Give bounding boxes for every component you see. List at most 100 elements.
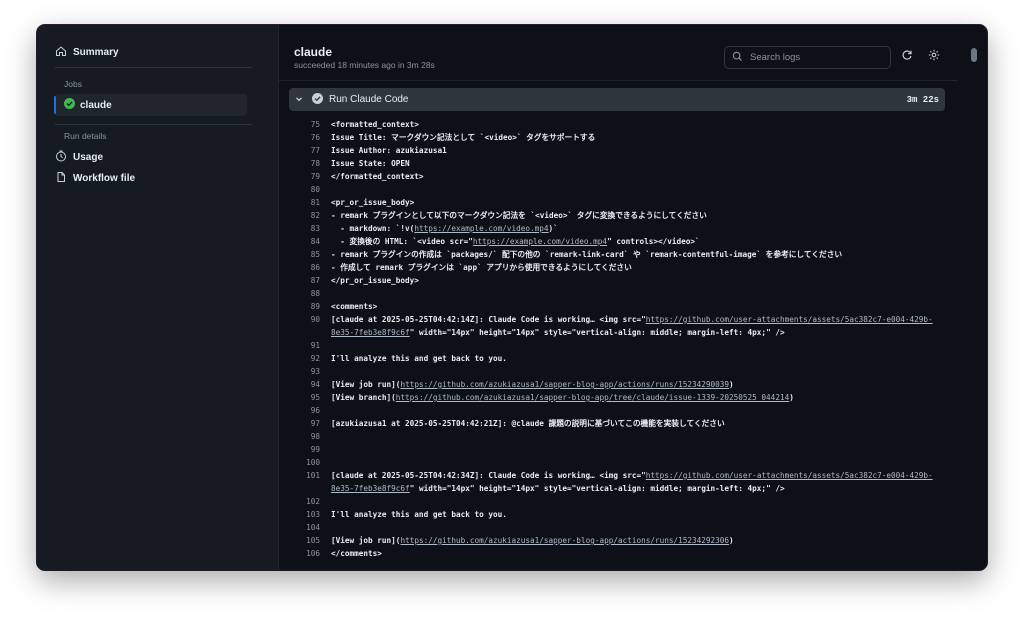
log-link[interactable]: https://github.com/azukiazusa1/sapper-bl… [400,536,729,545]
log-link[interactable]: https://github.com/azukiazusa1/sapper-bl… [396,393,789,402]
log-line: 80 [289,183,945,196]
line-number[interactable]: 90 [289,313,320,326]
run-details-section-label: Run details [64,131,107,141]
line-number[interactable]: 77 [289,144,320,157]
log-text-segment: - markdown: `!v( [331,224,415,233]
log-body[interactable]: 75 <formatted_context> 76 Issue Title: マークダ… [289,111,945,570]
scrollbar-thumb[interactable] [971,48,977,62]
workflow-file-label: Workflow file [73,172,136,184]
line-number[interactable]: 88 [289,287,320,300]
header-divider [279,80,957,81]
log-text-segment: ) [729,536,734,545]
log-text: 8e35-7feb3e8f9c6f" width="14px" height="… [331,326,785,339]
sidebar-item-workflow-file[interactable]: Workflow file [55,167,135,189]
line-number[interactable]: 87 [289,274,320,287]
log-text-segment: </pr_or_issue_body> [331,276,419,285]
line-number[interactable]: 79 [289,170,320,183]
log-text-segment: <formatted_context> [331,120,419,129]
line-number[interactable]: 84 [289,235,320,248]
log-line: 103 I'll analyze this and get back to you… [289,508,945,521]
log-text: I'll analyze this and get back to you. [331,508,507,521]
line-number[interactable]: 105 [289,534,320,547]
log-text-segment: I'll analyze this and get back to you. [331,510,507,519]
line-number[interactable]: 106 [289,547,320,560]
line-number[interactable]: 89 [289,300,320,313]
sidebar-job-claude[interactable]: claude [54,94,247,116]
log-text: I'll analyze this and get back to you. [331,352,507,365]
log-line: 88 [289,287,945,300]
workflow-run-window: Summary Jobs claude Run details Usage Wo… [37,25,987,570]
line-number[interactable]: 98 [289,430,320,443]
search-logs-input[interactable] [748,51,882,64]
log-text-segment: - remark プラグインの作成は `packages/` 配下の他の `re… [331,250,843,259]
scrollbar-track[interactable] [957,25,987,570]
line-number[interactable]: 93 [289,365,320,378]
line-number[interactable]: 85 [289,248,320,261]
line-number[interactable]: 92 [289,352,320,365]
line-number[interactable]: 101 [289,469,320,482]
log-text: [View job run](https://github.com/azukia… [331,534,734,547]
log-text: Issue Title: マークダウン記法として `<video>` タグをサポ… [331,131,595,144]
run-status-subtitle: succeeded 18 minutes ago in 3m 28s [294,60,435,70]
log-link[interactable]: https://github.com/azukiazusa1/sapper-bl… [400,380,729,389]
log-link[interactable]: 8e35-7feb3e8f9c6f [331,328,410,337]
log-line: 75 <formatted_context> [289,118,945,131]
log-text-segment: [View job run]( [331,380,401,389]
line-number[interactable]: 104 [289,521,320,534]
line-number[interactable]: 99 [289,443,320,456]
log-line: 97 [azukiazusa1 at 2025-05-25T04:42:21Z]:… [289,417,945,430]
line-number[interactable]: 86 [289,261,320,274]
log-line: 8e35-7feb3e8f9c6f" width="14px" height="… [289,482,945,495]
line-number[interactable]: 83 [289,222,320,235]
job-label: claude [80,99,112,111]
log-text: </pr_or_issue_body> [331,274,419,287]
log-text: [claude at 2025-05-25T04:42:34Z]: Claude… [331,469,933,482]
refresh-button[interactable] [900,50,914,64]
line-number[interactable]: 94 [289,378,320,391]
page-title: claude [294,45,333,59]
log-line: 77 Issue Author: azukiazusa1 [289,144,945,157]
line-number[interactable]: 100 [289,456,320,469]
log-text-segment: - 作成して remark プラグインは `app` アプリから使用できるように… [331,263,632,272]
line-number[interactable]: 78 [289,157,320,170]
log-link[interactable]: https://example.com/video.mp4 [473,237,607,246]
line-number[interactable]: 103 [289,508,320,521]
log-text: [View job run](https://github.com/azukia… [331,378,734,391]
log-line: 93 [289,365,945,378]
sidebar-item-usage[interactable]: Usage [55,146,103,168]
line-number[interactable]: 97 [289,417,320,430]
line-number[interactable]: 76 [289,131,320,144]
line-number[interactable]: 81 [289,196,320,209]
log-text-segment: " width="14px" height="14px" style="vert… [409,484,785,493]
line-number[interactable]: 80 [289,183,320,196]
summary-link[interactable]: Summary [55,41,119,63]
log-text: [View branch](https://github.com/azukiaz… [331,391,794,404]
line-number[interactable]: 91 [289,339,320,352]
log-text-segment: )` [548,224,558,233]
log-text: Issue Author: azukiazusa1 [331,144,447,157]
log-text: - remark プラグインの作成は `packages/` 配下の他の `re… [331,248,842,261]
log-link[interactable]: https://example.com/video.mp4 [414,224,548,233]
log-text: [claude at 2025-05-25T04:42:14Z]: Claude… [331,313,933,326]
step-header-run-claude-code[interactable]: Run Claude Code 3m 22s [289,88,945,111]
log-link[interactable]: https://github.com/user-attachments/asse… [646,471,933,480]
success-check-icon [64,96,75,114]
line-number[interactable]: 102 [289,495,320,508]
log-text-segment: ) [789,393,794,402]
log-line: 91 [289,339,945,352]
line-number[interactable]: 96 [289,404,320,417]
line-number[interactable]: 75 [289,118,320,131]
log-line: 83 - markdown: `!v(https://example.com/v… [289,222,945,235]
log-text-segment: [View job run]( [331,536,401,545]
log-link[interactable]: https://github.com/user-attachments/asse… [646,315,933,324]
line-number[interactable]: 82 [289,209,320,222]
settings-button[interactable] [927,49,941,64]
log-line: 92 I'll analyze this and get back to you. [289,352,945,365]
search-logs-box[interactable] [724,46,891,69]
line-number[interactable]: 95 [289,391,320,404]
chevron-down-icon[interactable] [294,91,304,109]
sidebar-divider [55,124,252,125]
log-link[interactable]: 8e35-7feb3e8f9c6f [331,484,410,493]
log-text-segment: <comments> [331,302,378,311]
log-text-segment: [View branch]( [331,393,396,402]
